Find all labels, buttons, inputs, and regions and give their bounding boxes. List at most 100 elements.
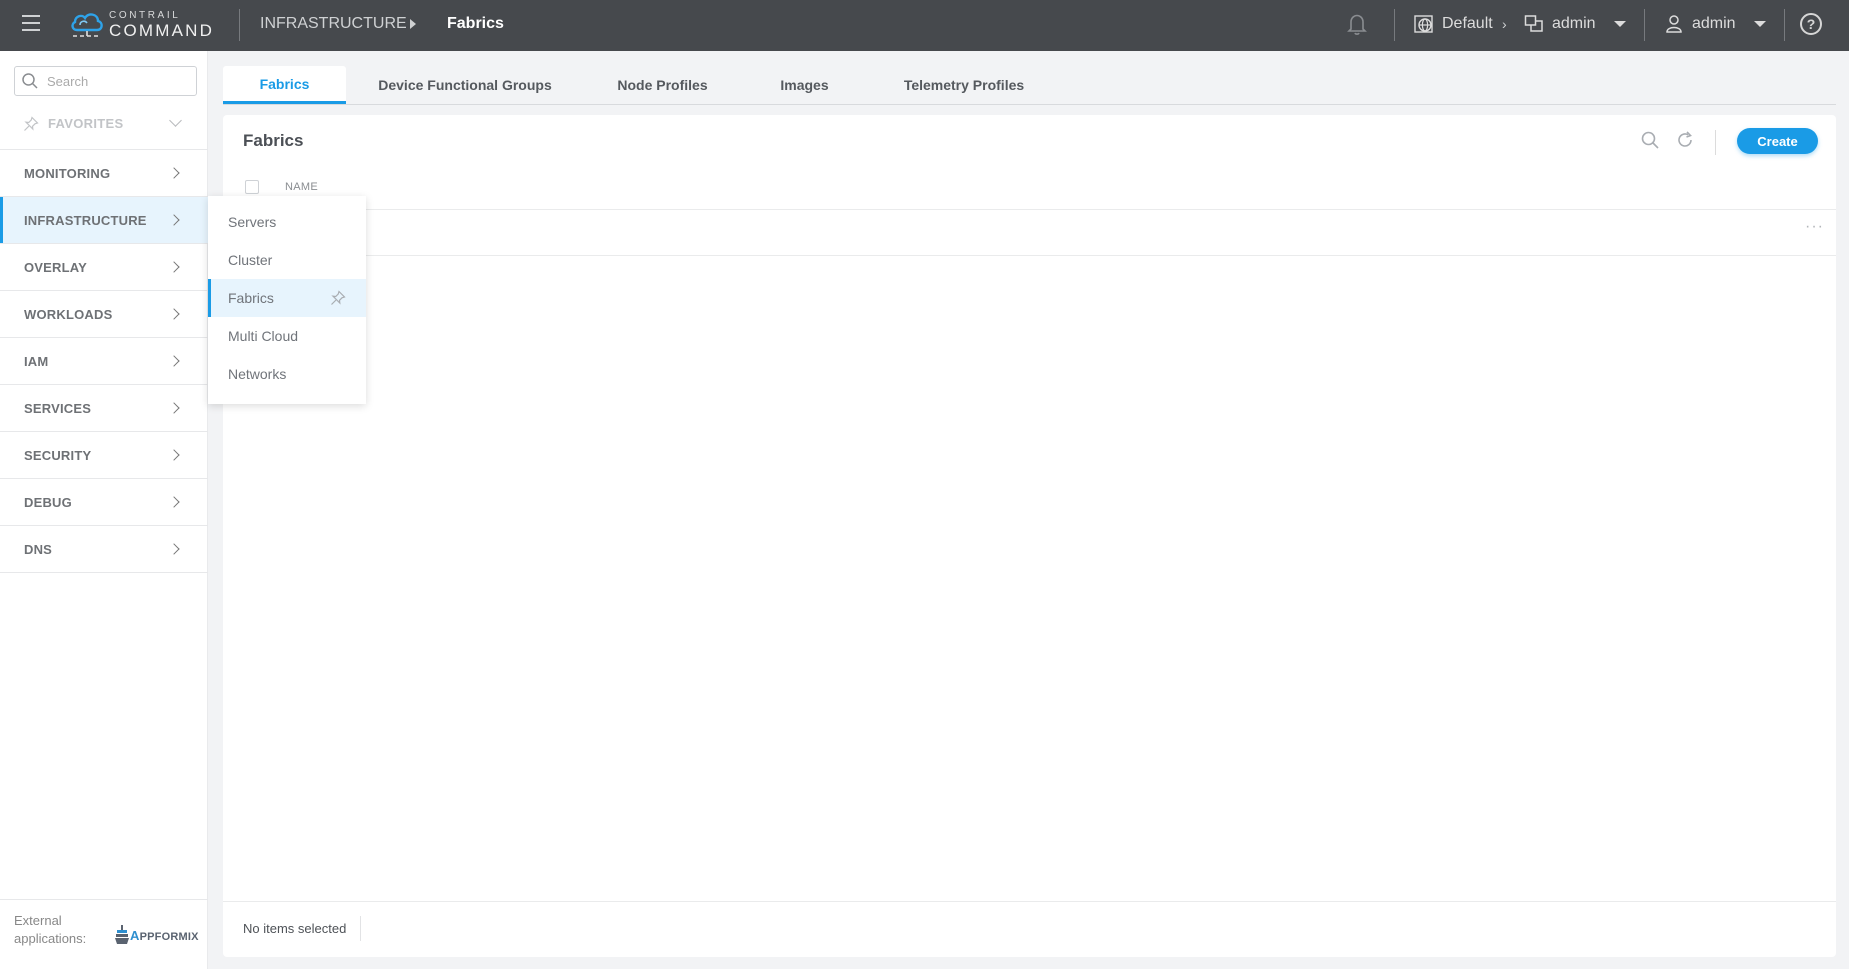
- favorites-label: FAVORITES: [48, 116, 124, 131]
- sidebar-search[interactable]: [14, 66, 197, 96]
- tab-node-profiles[interactable]: Node Profiles: [584, 66, 741, 104]
- submenu-item-label: Cluster: [228, 252, 273, 268]
- domain-selector[interactable]: Default: [1414, 14, 1493, 34]
- external-applications-label: External applications:: [14, 913, 87, 946]
- chevron-right-icon: [168, 261, 180, 273]
- project-icon: [1524, 15, 1543, 32]
- tab-device-functional-groups[interactable]: Device Functional Groups: [346, 66, 584, 104]
- top-bar: CONTRAIL COMMAND INFRASTRUCTURE Fabrics …: [0, 0, 1849, 51]
- sidebar-item-debug[interactable]: DEBUG: [0, 479, 208, 526]
- tab-telemetry-profiles[interactable]: Telemetry Profiles: [868, 66, 1060, 104]
- sidebar-item-monitoring[interactable]: MONITORING: [0, 150, 208, 197]
- sidebar-item-dns[interactable]: DNS: [0, 526, 208, 573]
- submenu-item-networks[interactable]: Networks: [208, 355, 366, 393]
- chevron-right-icon: [168, 402, 180, 414]
- sidebar-item-label: OVERLAY: [24, 259, 88, 275]
- column-header-name[interactable]: NAME: [285, 181, 318, 193]
- tab-fabrics[interactable]: Fabrics: [223, 66, 346, 104]
- appformix-link[interactable]: APPFORMIX: [114, 924, 199, 946]
- project-selector[interactable]: admin: [1524, 14, 1626, 34]
- create-button[interactable]: Create: [1737, 128, 1818, 154]
- divider: [1784, 9, 1785, 41]
- chevron-down-icon: [169, 114, 182, 127]
- divider: [239, 9, 240, 41]
- cloud-logo-icon: [71, 13, 103, 37]
- submenu-item-label: Servers: [228, 214, 277, 230]
- divider: [360, 916, 361, 941]
- logo-text-command: COMMAND: [109, 21, 215, 40]
- tab-images[interactable]: Images: [741, 66, 868, 104]
- submenu-item-label: Multi Cloud: [228, 328, 299, 344]
- sidebar-item-label: DEBUG: [24, 494, 72, 510]
- appformix-logo-icon: [115, 925, 129, 944]
- chevron-right-icon: [168, 543, 180, 555]
- sidebar-item-iam[interactable]: IAM: [0, 338, 208, 385]
- chevron-right-icon: [168, 308, 180, 320]
- domain-name: Default: [1442, 15, 1493, 32]
- divider: [1715, 130, 1716, 155]
- submenu-item-label: Networks: [228, 366, 287, 382]
- chevron-right-icon: [168, 496, 180, 508]
- more-options-icon[interactable]: ···: [1805, 218, 1824, 236]
- refresh-icon[interactable]: [1675, 130, 1695, 150]
- fabrics-panel: Fabrics Create NAME ··· No items selecte…: [223, 115, 1836, 957]
- submenu-item-multi-cloud[interactable]: Multi Cloud: [208, 317, 366, 355]
- menu-icon[interactable]: [22, 15, 40, 33]
- sidebar-item-label: MONITORING: [24, 165, 111, 181]
- submenu-item-cluster[interactable]: Cluster: [208, 241, 366, 279]
- chevron-right-icon: ›: [1502, 16, 1507, 32]
- chevron-right-icon: [168, 167, 180, 179]
- table-row[interactable]: ···: [223, 210, 1836, 256]
- breadcrumb-arrow-icon: [410, 19, 416, 29]
- project-name: admin: [1552, 15, 1596, 32]
- chevron-right-icon: [168, 355, 180, 367]
- sidebar: FAVORITES MONITORING INFRASTRUCTURE OVER…: [0, 51, 208, 969]
- globe-icon: [1414, 15, 1433, 33]
- sidebar-item-security[interactable]: SECURITY: [0, 432, 208, 479]
- table-header: [223, 170, 1836, 210]
- help-icon[interactable]: ?: [1800, 13, 1822, 35]
- infrastructure-submenu: Servers Cluster Fabrics Multi Cloud Netw…: [208, 196, 366, 404]
- pin-icon[interactable]: [330, 290, 346, 306]
- sidebar-nav: MONITORING INFRASTRUCTURE OVERLAY WORKLO…: [0, 150, 208, 573]
- select-all-checkbox[interactable]: [245, 180, 259, 194]
- sidebar-item-label: SECURITY: [24, 447, 92, 463]
- user-name: admin: [1692, 15, 1736, 32]
- sidebar-item-label: DNS: [24, 541, 53, 557]
- panel-title: Fabrics: [243, 131, 304, 150]
- logo-text-contrail: CONTRAIL: [109, 10, 181, 21]
- submenu-item-label: Fabrics: [228, 290, 274, 306]
- sidebar-item-workloads[interactable]: WORKLOADS: [0, 291, 208, 338]
- sidebar-footer: External applications: APPFORMIX: [0, 899, 208, 969]
- sidebar-item-overlay[interactable]: OVERLAY: [0, 244, 208, 291]
- submenu-item-fabrics[interactable]: Fabrics: [208, 279, 366, 317]
- divider: [1394, 9, 1395, 41]
- selection-status: No items selected: [243, 921, 347, 936]
- breadcrumb-infrastructure[interactable]: INFRASTRUCTURE: [260, 15, 407, 33]
- notifications-bell-icon[interactable]: [1346, 12, 1368, 36]
- sidebar-item-services[interactable]: SERVICES: [0, 385, 208, 432]
- sidebar-item-label: INFRASTRUCTURE: [24, 212, 147, 228]
- tab-bar: Fabrics Device Functional Groups Node Pr…: [223, 66, 1836, 105]
- panel-footer: No items selected: [223, 901, 1836, 957]
- sidebar-item-label: SERVICES: [24, 400, 92, 416]
- appformix-label: APPFORMIX: [130, 927, 199, 943]
- pin-icon: [24, 115, 39, 131]
- sidebar-item-infrastructure[interactable]: INFRASTRUCTURE: [0, 197, 208, 244]
- user-icon: [1666, 15, 1682, 33]
- search-input[interactable]: [47, 73, 187, 89]
- submenu-item-servers[interactable]: Servers: [208, 203, 366, 241]
- sidebar-item-label: IAM: [24, 353, 49, 369]
- app-logo[interactable]: CONTRAIL COMMAND: [69, 9, 214, 41]
- favorites-section[interactable]: FAVORITES: [0, 98, 208, 150]
- search-icon[interactable]: [1640, 130, 1660, 150]
- caret-down-icon: [1613, 21, 1626, 27]
- chevron-right-icon: [168, 214, 180, 226]
- sidebar-item-label: WORKLOADS: [24, 306, 113, 322]
- search-icon: [22, 73, 38, 89]
- breadcrumb-current: Fabrics: [447, 15, 504, 32]
- chevron-right-icon: [168, 449, 180, 461]
- caret-down-icon: [1753, 21, 1766, 27]
- user-menu[interactable]: admin: [1664, 14, 1766, 34]
- divider: [1644, 9, 1645, 41]
